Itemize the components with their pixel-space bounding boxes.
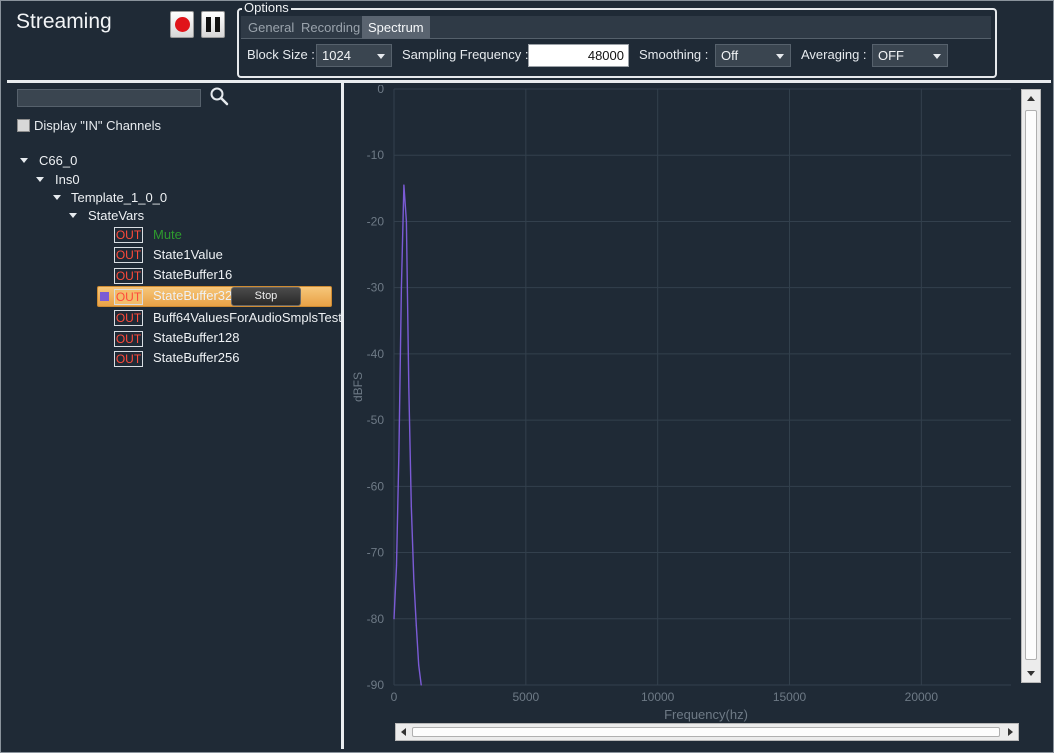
out-badge: OUT [114,351,143,367]
display-in-channels-checkbox[interactable] [17,119,30,132]
y-tick-label: -20 [367,214,385,228]
x-axis-label: Frequency(hz) [664,707,748,722]
x-tick-label: 5000 [512,690,539,704]
tree-leaf-statebuffer256[interactable]: StateBuffer256 [153,349,240,367]
header-divider [7,80,1051,83]
series-point [408,386,410,388]
tree-leaf-state1value[interactable]: State1Value [153,246,223,264]
out-badge: OUT [114,289,143,305]
series-point [418,664,420,666]
tree-leaf-statebuffer16[interactable]: StateBuffer16 [153,266,232,284]
scroll-right-icon[interactable] [1008,728,1013,736]
chevron-down-icon [377,54,385,59]
series-point [410,505,412,507]
stop-button[interactable]: Stop [231,287,301,306]
display-in-channels-label: Display "IN" Channels [34,118,162,133]
averaging-label: Averaging : [801,47,867,62]
sampling-frequency-input[interactable] [528,44,629,67]
y-tick-label: -90 [367,678,385,692]
y-tick-label: -30 [367,281,385,295]
pause-icon [206,17,220,32]
tree-node-template[interactable]: Template_1_0_0 [71,189,167,207]
options-legend: Options [242,0,291,15]
y-axis-label: dBFS [351,372,365,402]
series-point [405,220,407,223]
tree-leaf-statebuffer32[interactable]: StateBuffer32 [153,287,232,305]
vertical-scroll-thumb[interactable] [1025,110,1037,660]
tree-leaf-statebuffer128[interactable]: StateBuffer128 [153,329,240,347]
record-icon [174,17,190,32]
series-point [393,618,395,620]
x-tick-label: 0 [391,690,398,704]
block-size-label: Block Size : [247,47,315,62]
search-icon[interactable] [209,86,229,106]
expand-triangle-icon[interactable] [69,213,77,218]
y-tick-label: -80 [367,612,385,626]
tab-spectrum[interactable]: Spectrum [362,16,430,39]
pause-button[interactable] [201,11,225,38]
expand-triangle-icon[interactable] [36,177,44,182]
horizontal-scrollbar[interactable] [395,723,1019,741]
series-point [398,452,400,454]
out-badge: OUT [114,310,143,326]
out-badge: OUT [114,247,143,263]
spectrum-chart: 0 -10 -20 -30 -40 -50 -60 -70 -80 -90 0 5000 10000 15… [351,85,1011,722]
averaging-value: OFF [878,48,904,63]
scroll-up-icon[interactable] [1027,96,1035,101]
app-title: Streaming [16,10,112,33]
tree-node-c66[interactable]: C66_0 [39,152,77,170]
out-badge: OUT [114,331,143,347]
y-tick-label: 0 [377,85,384,96]
tree-leaf-buff64[interactable]: Buff64ValuesForAudioSmplsTest [153,309,342,327]
scroll-down-icon[interactable] [1027,671,1035,676]
expand-triangle-icon[interactable] [20,158,28,163]
sampling-frequency-label: Sampling Frequency : [402,47,529,62]
averaging-select[interactable]: OFF [872,44,948,67]
chevron-down-icon [776,54,784,59]
tree-leaf-mute[interactable]: Mute [153,226,182,244]
x-tick-label: 15000 [773,690,807,704]
tree-node-statevars[interactable]: StateVars [88,207,144,225]
smoothing-label: Smoothing : [639,47,709,62]
series-point [395,565,398,567]
expand-triangle-icon[interactable] [53,195,61,200]
out-badge: OUT [114,227,143,243]
x-tick-label: 20000 [905,690,939,704]
series-point [415,624,417,627]
streaming-window: Streaming Options General Recording Spec… [0,0,1054,753]
smoothing-select[interactable]: Off [715,44,791,67]
tab-recording[interactable]: Recording [295,16,366,39]
record-button[interactable] [170,11,194,38]
vertical-scrollbar[interactable] [1021,89,1041,683]
smoothing-value: Off [721,48,739,63]
series-point [420,684,422,686]
tree-node-ins0[interactable]: Ins0 [55,171,80,189]
y-tick-label: -10 [367,148,385,162]
series-point [400,287,403,289]
y-tick-label: -40 [367,347,385,361]
panel-splitter[interactable] [341,83,344,749]
y-tick-label: -50 [367,413,385,427]
y-tick-label: -70 [367,546,385,560]
block-size-value: 1024 [322,48,351,63]
horizontal-scroll-thumb[interactable] [412,727,1000,737]
tab-general[interactable]: General [242,16,300,39]
x-tick-label: 10000 [641,690,675,704]
series-point [403,184,405,186]
block-size-select[interactable]: 1024 [316,44,392,67]
scroll-left-icon[interactable] [401,728,406,736]
series-line [393,184,422,686]
chevron-down-icon [933,54,941,59]
out-badge: OUT [114,268,143,284]
search-input[interactable] [17,89,201,107]
series-point [413,578,415,580]
y-tick-label: -60 [367,479,385,493]
series-color-swatch [100,292,109,301]
